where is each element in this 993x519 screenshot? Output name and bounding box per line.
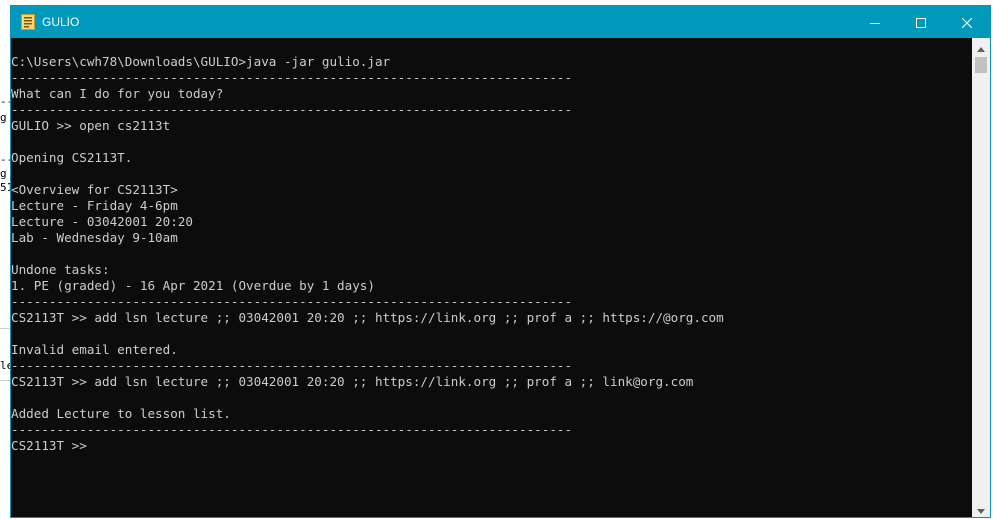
console-line: Undone tasks:: [11, 262, 110, 277]
background-text: g: [0, 167, 7, 180]
console-line: <Overview for CS2113T>: [11, 182, 178, 197]
scroll-up-arrow-icon: [977, 37, 985, 56]
console-app-icon[interactable]: [21, 14, 35, 30]
background-divider: [0, 328, 10, 329]
console-line: ----------------------------------------…: [11, 70, 573, 85]
console-lines: C:\Users\cwh78\Downloads\GULIO>java -jar…: [11, 54, 724, 454]
console-line: Lab - Wednesday 9-10am: [11, 230, 178, 245]
console-line: ----------------------------------------…: [11, 294, 573, 309]
console-line: ----------------------------------------…: [11, 102, 573, 117]
background-divider: [0, 380, 10, 381]
console-line: C:\Users\cwh78\Downloads\GULIO>java -jar…: [11, 54, 391, 69]
vertical-scrollbar[interactable]: [972, 38, 990, 517]
console-output[interactable]: C:\Users\cwh78\Downloads\GULIO>java -jar…: [11, 38, 972, 517]
console-line: Lecture - Friday 4-6pm: [11, 198, 178, 213]
window-title: GULIO: [42, 15, 80, 29]
console-line: 1. PE (graded) - 16 Apr 2021 (Overdue by…: [11, 278, 375, 293]
maximize-button[interactable]: [898, 6, 944, 38]
console-line: ----------------------------------------…: [11, 358, 573, 373]
minimize-icon: [870, 13, 880, 32]
console-line: What can I do for you today?: [11, 86, 224, 101]
minimize-button[interactable]: [852, 6, 898, 38]
console-line: Invalid email entered.: [11, 342, 178, 357]
scroll-up-button[interactable]: [972, 38, 990, 55]
background-text: g: [0, 111, 7, 124]
maximize-icon: [916, 13, 926, 32]
title-bar[interactable]: GULIO: [11, 6, 990, 38]
console-line: Added Lecture to lesson list.: [11, 406, 231, 421]
console-line: Lecture - 03042001 20:20: [11, 214, 193, 229]
console-line: CS2113T >> add lsn lecture ;; 03042001 2…: [11, 374, 694, 389]
console-line: Opening CS2113T.: [11, 150, 133, 165]
close-icon: [961, 13, 973, 32]
console-line: CS2113T >> add lsn lecture ;; 03042001 2…: [11, 310, 724, 325]
console-line: GULIO >> open cs2113t: [11, 118, 171, 133]
scroll-down-button[interactable]: [972, 500, 990, 517]
close-button[interactable]: [944, 6, 990, 38]
console-line: CS2113T >>: [11, 438, 87, 453]
console-line: ----------------------------------------…: [11, 422, 573, 437]
scroll-down-arrow-icon: [977, 499, 985, 518]
console-window: GULIO C:\Users\cwh78\Downloads\GULIO>jav…: [10, 5, 991, 518]
scrollbar-thumb[interactable]: [975, 57, 987, 73]
